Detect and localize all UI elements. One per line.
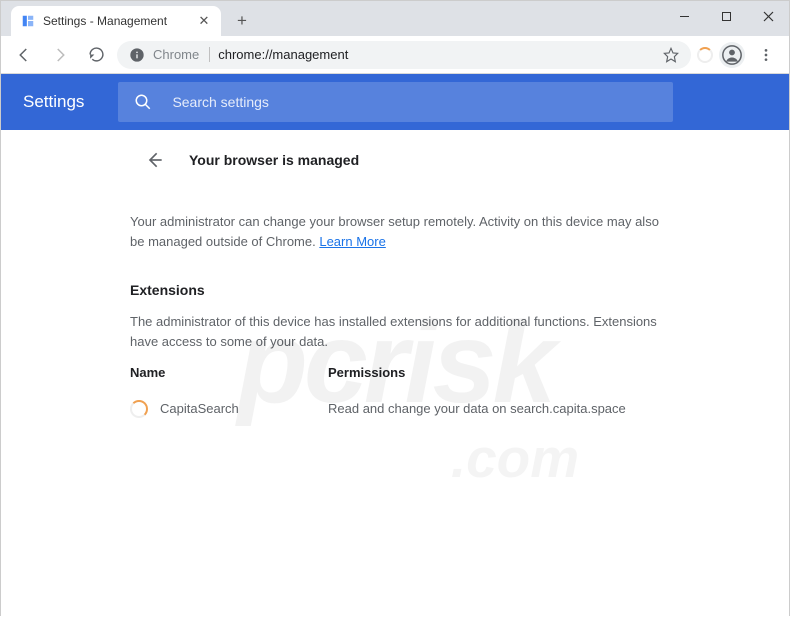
learn-more-link[interactable]: Learn More <box>319 234 385 249</box>
col-perm-header: Permissions <box>328 365 405 380</box>
col-name-header: Name <box>130 365 328 380</box>
page-title: Your browser is managed <box>189 152 359 168</box>
browser-tab[interactable]: Settings - Management ✕ <box>11 6 221 36</box>
extensions-table-header: Name Permissions <box>130 365 660 380</box>
reload-button[interactable] <box>81 40 111 70</box>
forward-button[interactable] <box>45 40 75 70</box>
admin-desc-text: Your administrator can change your brows… <box>130 214 659 249</box>
settings-search-input[interactable] <box>172 94 657 110</box>
admin-description: Your administrator can change your brows… <box>130 212 660 252</box>
tab-title: Settings - Management <box>43 14 189 28</box>
extension-permission: Read and change your data on search.capi… <box>328 401 626 416</box>
site-info-icon[interactable] <box>129 47 145 63</box>
minimize-button[interactable] <box>663 1 705 31</box>
tab-close-icon[interactable]: ✕ <box>197 14 211 28</box>
search-icon <box>134 93 152 111</box>
url-text: chrome://management <box>218 47 348 62</box>
maximize-button[interactable] <box>705 1 747 31</box>
settings-content: Your browser is managed Your administrat… <box>1 130 789 617</box>
menu-button[interactable] <box>751 40 781 70</box>
new-tab-button[interactable]: + <box>229 8 255 34</box>
window-titlebar: Settings - Management ✕ + <box>1 1 789 36</box>
extension-loading-icon <box>130 400 148 418</box>
browser-toolbar: Chrome chrome://management <box>1 36 789 74</box>
page-heading: Your browser is managed <box>145 130 789 190</box>
settings-search[interactable] <box>118 82 673 122</box>
address-bar[interactable]: Chrome chrome://management <box>117 41 691 69</box>
loading-spinner-icon <box>697 47 713 63</box>
back-icon[interactable] <box>145 150 165 170</box>
back-button[interactable] <box>9 40 39 70</box>
table-row: CapitaSearch Read and change your data o… <box>130 400 660 418</box>
profile-button[interactable] <box>719 42 745 68</box>
tab-favicon-icon <box>21 14 35 28</box>
extensions-description: The administrator of this device has ins… <box>130 312 660 352</box>
extensions-heading: Extensions <box>130 282 660 298</box>
window-controls <box>663 1 789 31</box>
settings-title: Settings <box>23 92 84 112</box>
bookmark-icon[interactable] <box>663 47 679 63</box>
extension-name: CapitaSearch <box>160 401 328 416</box>
management-card: Your administrator can change your brows… <box>130 190 660 418</box>
settings-header: Settings <box>1 74 789 130</box>
url-scheme: Chrome <box>153 47 210 62</box>
close-window-button[interactable] <box>747 1 789 31</box>
